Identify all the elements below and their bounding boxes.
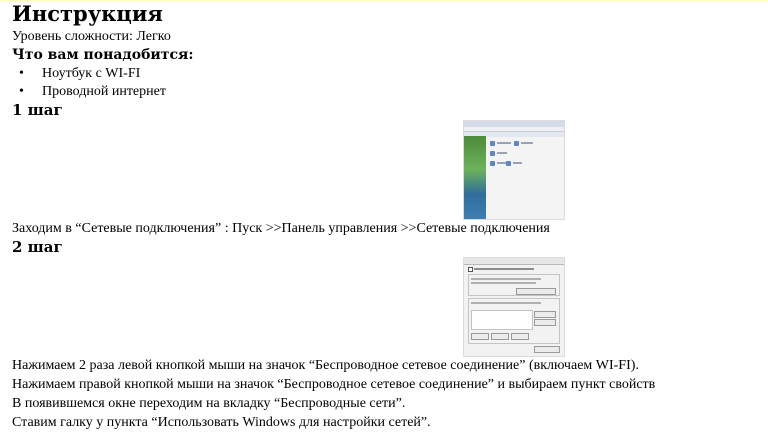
control-panel-screenshot [463, 120, 565, 220]
step-2-text-line-2: Нажимаем правой кнопкой мыши на значок “… [12, 377, 656, 392]
bullet-icon: • [19, 66, 24, 81]
requirements-heading: Что вам понадобится: [12, 47, 194, 63]
instruction-page: Инструкция Уровень сложности: Легко Что … [12, 0, 768, 432]
list-item: • Проводной интернет [12, 83, 768, 101]
step-2-text-line-1: Нажимаем 2 раза левой кнопкой мыши на зн… [12, 358, 639, 373]
step-2-text-line-3: В появившемся окне переходим на вкладку … [12, 396, 406, 411]
list-item-label: Ноутбук с WI-FI [42, 66, 141, 81]
step-2-figure [12, 256, 768, 357]
step-1-text: Заходим в “Сетевые подключения” : Пуск >… [12, 221, 550, 236]
bullet-icon: • [19, 84, 24, 99]
step-2-heading: 2 шаг [12, 238, 63, 256]
step-2-text-line-4: Ставим галку у пункта “Использовать Wind… [12, 415, 431, 430]
page-title: Инструкция [12, 1, 163, 26]
difficulty-text: Уровень сложности: Легко [12, 29, 171, 44]
requirements-list: • Ноутбук с WI-FI • Проводной интернет [12, 65, 768, 101]
list-item: • Ноутбук с WI-FI [12, 65, 768, 83]
step-1-figure [12, 119, 768, 220]
wireless-properties-screenshot [463, 257, 565, 357]
list-item-label: Проводной интернет [42, 84, 166, 99]
step-1-heading: 1 шаг [12, 101, 63, 119]
